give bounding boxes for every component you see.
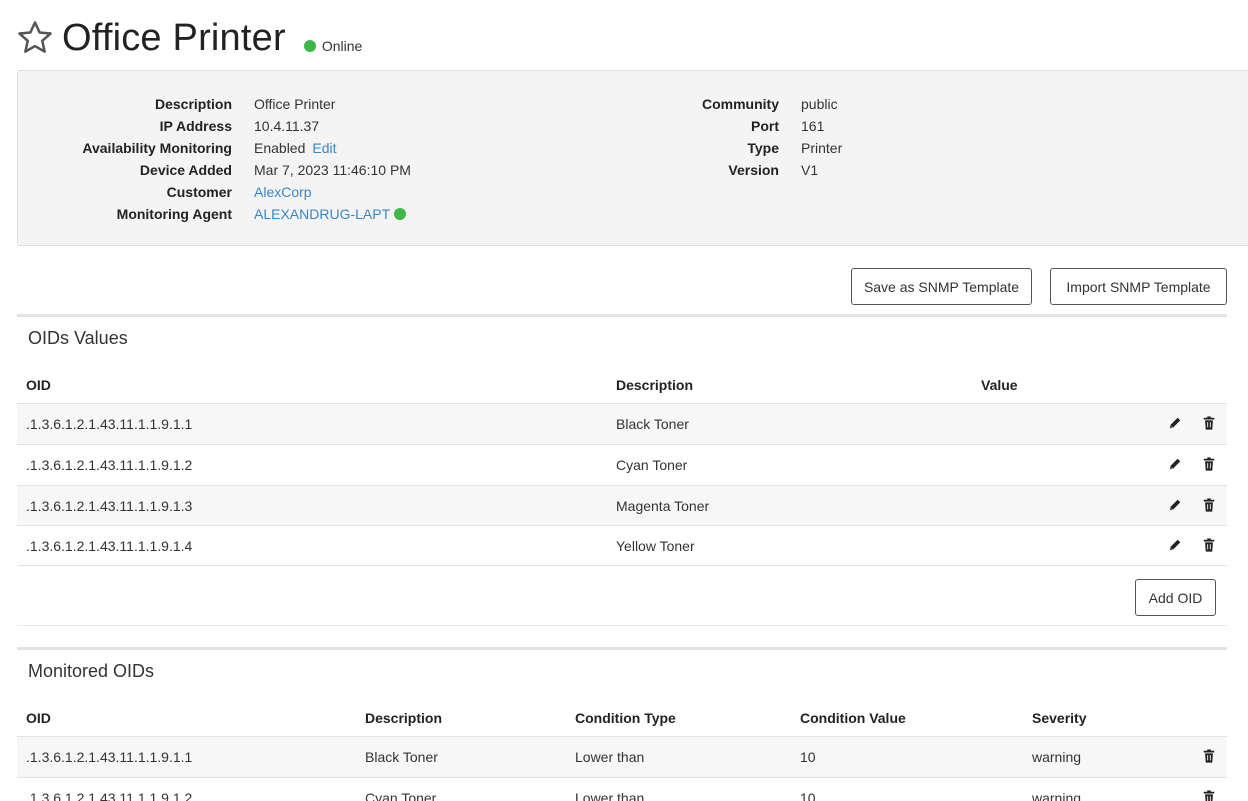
info-label: Version (728, 162, 779, 178)
info-row-customer: Customer AlexCorp (18, 181, 411, 203)
trash-icon[interactable] (1202, 416, 1216, 430)
row-actions (1168, 498, 1216, 512)
condition-value-cell: 10 (800, 749, 816, 765)
trash-icon[interactable] (1202, 498, 1216, 512)
info-value: V1 (801, 162, 819, 178)
agent-online-icon (394, 208, 407, 220)
severity-cell: warning (1032, 790, 1082, 801)
monitored-table-header: OID Description Condition Type Condition… (17, 702, 1227, 736)
info-label: Availability Monitoring (82, 140, 232, 156)
page-title: Office Printer (62, 17, 286, 59)
condition-type-cell: Lower than (575, 790, 645, 801)
oid-cell: .1.3.6.1.2.1.43.11.1.1.9.1.1 (26, 416, 193, 432)
description-cell: Black Toner (616, 416, 689, 432)
status-badge: Online (303, 38, 363, 54)
oid-cell: .1.3.6.1.2.1.43.11.1.1.9.1.2 (26, 790, 193, 801)
info-value: Mar 7, 2023 11:46:10 PM (254, 162, 411, 178)
pencil-icon[interactable] (1168, 538, 1182, 552)
import-snmp-template-button[interactable]: Import SNMP Template (1050, 268, 1227, 305)
info-label: Type (747, 140, 779, 156)
section-title: Monitored OIDs (28, 661, 155, 681)
info-value: 10.4.11.37 (254, 118, 320, 134)
info-row-version: Version V1 (538, 159, 842, 181)
column-header-severity: Severity (1032, 710, 1087, 726)
info-label: Monitoring Agent (116, 206, 232, 222)
info-row-type: Type Printer (538, 137, 842, 159)
info-label: Device Added (139, 162, 232, 178)
row-actions (1202, 790, 1216, 801)
description-cell: Cyan Toner (616, 457, 688, 473)
edit-availability-link[interactable]: Edit (312, 140, 336, 156)
description-cell: Magenta Toner (616, 498, 710, 514)
description-cell: Yellow Toner (616, 538, 695, 554)
row-actions (1202, 749, 1216, 763)
pencil-icon[interactable] (1168, 457, 1182, 471)
column-header-condition-type: Condition Type (575, 710, 676, 726)
info-row-monitoring-agent: Monitoring Agent ALEXANDRUG-LAPT (18, 203, 411, 225)
info-left-column: Description Office Printer IP Address 10… (18, 93, 411, 225)
row-actions (1168, 457, 1216, 471)
monitored-oids-section: Monitored OIDs OID Description Condition… (17, 647, 1227, 801)
add-oid-button[interactable]: Add OID (1135, 579, 1216, 616)
severity-cell: warning (1032, 749, 1082, 765)
table-row: .1.3.6.1.2.1.43.11.1.1.9.1.2 Cyan Toner … (17, 777, 1227, 801)
description-cell: Black Toner (365, 749, 438, 765)
trash-icon[interactable] (1202, 457, 1216, 471)
column-header-description: Description (616, 377, 694, 393)
oid-cell: .1.3.6.1.2.1.43.11.1.1.9.1.2 (26, 457, 193, 473)
condition-value-cell: 10 (800, 790, 816, 801)
trash-icon[interactable] (1202, 538, 1216, 552)
info-row-description: Description Office Printer (18, 93, 411, 115)
table-row: .1.3.6.1.2.1.43.11.1.1.9.1.3 Magenta Ton… (17, 485, 1227, 525)
info-label: Port (751, 118, 779, 134)
info-row-availability: Availability Monitoring Enabled Edit (18, 137, 411, 159)
star-icon[interactable] (16, 19, 54, 57)
table-row: .1.3.6.1.2.1.43.11.1.1.9.1.1 Black Toner… (17, 736, 1227, 777)
trash-icon[interactable] (1202, 790, 1216, 801)
customer-link[interactable]: AlexCorp (254, 184, 312, 200)
oid-cell: .1.3.6.1.2.1.43.11.1.1.9.1.3 (26, 498, 193, 514)
column-header-oid: OID (26, 710, 51, 726)
section-title: OIDs Values (28, 328, 128, 348)
info-label: IP Address (159, 118, 232, 134)
table-row: .1.3.6.1.2.1.43.11.1.1.9.1.2 Cyan Toner (17, 444, 1227, 485)
table-row: .1.3.6.1.2.1.43.11.1.1.9.1.1 Black Toner (17, 403, 1227, 444)
condition-type-cell: Lower than (575, 749, 645, 765)
info-value: 161 (801, 118, 825, 134)
info-row-device-added: Device Added Mar 7, 2023 11:46:10 PM (18, 159, 411, 181)
trash-icon[interactable] (1202, 749, 1216, 763)
device-info-panel: Description Office Printer IP Address 10… (17, 70, 1248, 246)
description-cell: Cyan Toner (365, 790, 437, 801)
info-row-port: Port 161 (538, 115, 842, 137)
column-header-oid: OID (26, 377, 51, 393)
oid-cell: .1.3.6.1.2.1.43.11.1.1.9.1.4 (26, 538, 193, 554)
pencil-icon[interactable] (1168, 498, 1182, 512)
oid-cell: .1.3.6.1.2.1.43.11.1.1.9.1.1 (26, 749, 193, 765)
info-value: Office Printer (254, 96, 336, 112)
column-header-condition-value: Condition Value (800, 710, 906, 726)
monitoring-agent-link[interactable]: ALEXANDRUG-LAPT (254, 206, 390, 222)
status-text: Online (321, 38, 363, 54)
info-value: Enabled (254, 140, 306, 156)
pencil-icon[interactable] (1168, 416, 1182, 430)
column-header-value: Value (981, 377, 1018, 393)
info-right-column: Community public Port 161 Type Printer V… (538, 93, 842, 181)
column-header-description: Description (365, 710, 443, 726)
info-value: Printer (801, 140, 843, 156)
info-label: Community (702, 96, 779, 112)
info-row-ip-address: IP Address 10.4.11.37 (18, 115, 411, 137)
info-label: Description (154, 96, 232, 112)
info-label: Customer (166, 184, 232, 200)
save-snmp-template-button[interactable]: Save as SNMP Template (851, 268, 1032, 305)
row-actions (1168, 538, 1216, 552)
device-header: Office Printer Online (16, 14, 362, 62)
table-row: .1.3.6.1.2.1.43.11.1.1.9.1.4 Yellow Tone… (17, 525, 1227, 566)
info-row-community: Community public (538, 93, 842, 115)
row-actions (1168, 416, 1216, 430)
info-value: public (801, 96, 838, 112)
oids-values-section: OIDs Values OID Description Value .1.3.6… (17, 314, 1227, 626)
oids-table-header: OID Description Value (17, 369, 1227, 403)
online-status-icon (303, 40, 316, 52)
